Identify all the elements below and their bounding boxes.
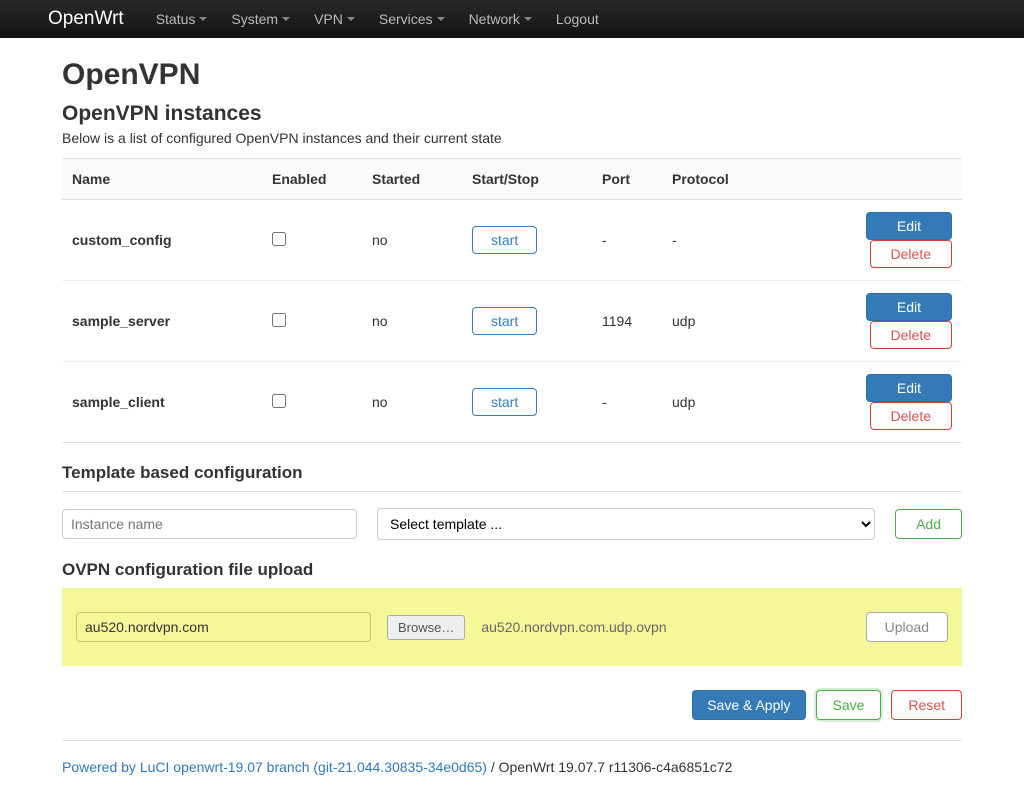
cell-name: sample_client — [62, 362, 262, 443]
nav-label: Status — [156, 11, 196, 27]
save-apply-button[interactable]: Save & Apply — [692, 690, 805, 720]
th-port: Port — [592, 159, 662, 200]
enabled-checkbox[interactable] — [272, 313, 286, 327]
nav-network[interactable]: Network — [457, 0, 544, 38]
browse-button[interactable]: Browse… — [387, 615, 465, 640]
save-button[interactable]: Save — [816, 690, 882, 720]
section-description: Below is a list of configured OpenVPN in… — [62, 130, 962, 146]
th-protocol: Protocol — [662, 159, 772, 200]
nav-system[interactable]: System — [219, 0, 302, 38]
chevron-down-icon — [199, 17, 207, 21]
table-row: sample_client no start - udp Edit Delete — [62, 362, 962, 443]
cell-protocol: - — [662, 200, 772, 281]
th-enabled: Enabled — [262, 159, 362, 200]
edit-button[interactable]: Edit — [866, 212, 952, 240]
cell-started: no — [362, 200, 462, 281]
reset-button[interactable]: Reset — [891, 690, 962, 720]
template-select[interactable]: Select template ... — [377, 508, 875, 540]
edit-button[interactable]: Edit — [866, 374, 952, 402]
cell-enabled — [262, 281, 362, 362]
cell-startstop: start — [462, 362, 592, 443]
cell-startstop: start — [462, 281, 592, 362]
edit-button[interactable]: Edit — [866, 293, 952, 321]
th-actions — [772, 159, 962, 200]
upload-box: Browse… au520.nordvpn.com.udp.ovpn Uploa… — [62, 588, 962, 666]
cell-protocol: udp — [662, 281, 772, 362]
cell-port: - — [592, 200, 662, 281]
cell-startstop: start — [462, 200, 592, 281]
cell-started: no — [362, 362, 462, 443]
table-header-row: Name Enabled Started Start/Stop Port Pro… — [62, 159, 962, 200]
cell-name: custom_config — [62, 200, 262, 281]
cell-enabled — [262, 362, 362, 443]
th-startstop: Start/Stop — [462, 159, 592, 200]
th-started: Started — [362, 159, 462, 200]
table-row: custom_config no start - - Edit Delete — [62, 200, 962, 281]
cell-started: no — [362, 281, 462, 362]
footer: Powered by LuCI openwrt-19.07 branch (gi… — [62, 741, 962, 775]
footer-tail: / OpenWrt 19.07.7 r11306-c4a6851c72 — [487, 759, 732, 775]
nav-label: Services — [379, 11, 433, 27]
section-title: OpenVPN instances — [62, 102, 962, 126]
cell-protocol: udp — [662, 362, 772, 443]
nav-label: VPN — [314, 11, 343, 27]
instance-name-input[interactable] — [62, 509, 357, 539]
delete-button[interactable]: Delete — [870, 402, 952, 430]
nav-logout[interactable]: Logout — [544, 0, 611, 38]
enabled-checkbox[interactable] — [272, 394, 286, 408]
cell-port: 1194 — [592, 281, 662, 362]
nav-label: Network — [469, 11, 520, 27]
page-title: OpenVPN — [62, 58, 962, 92]
nav-menu: Status System VPN Services Network Logou… — [144, 0, 611, 38]
template-row: Select template ... Add — [62, 491, 962, 540]
start-button[interactable]: start — [472, 388, 537, 416]
cell-port: - — [592, 362, 662, 443]
cell-actions: Edit Delete — [772, 362, 962, 443]
chevron-down-icon — [437, 17, 445, 21]
cell-enabled — [262, 200, 362, 281]
upload-section-title: OVPN configuration file upload — [62, 560, 962, 580]
enabled-checkbox[interactable] — [272, 232, 286, 246]
delete-button[interactable]: Delete — [870, 321, 952, 349]
nav-label: System — [231, 11, 278, 27]
upload-button[interactable]: Upload — [866, 612, 948, 642]
nav-label: Logout — [556, 11, 599, 27]
brand: OpenWrt — [48, 8, 124, 30]
nav-services[interactable]: Services — [367, 0, 457, 38]
instances-table: Name Enabled Started Start/Stop Port Pro… — [62, 158, 962, 443]
start-button[interactable]: start — [472, 226, 537, 254]
start-button[interactable]: start — [472, 307, 537, 335]
table-row: sample_server no start 1194 udp Edit Del… — [62, 281, 962, 362]
page-container: OpenVPN OpenVPN instances Below is a lis… — [42, 38, 982, 805]
add-button[interactable]: Add — [895, 509, 962, 539]
chevron-down-icon — [524, 17, 532, 21]
th-name: Name — [62, 159, 262, 200]
chevron-down-icon — [282, 17, 290, 21]
selected-filename: au520.nordvpn.com.udp.ovpn — [481, 619, 666, 635]
cell-actions: Edit Delete — [772, 281, 962, 362]
template-section-title: Template based configuration — [62, 463, 962, 483]
nav-status[interactable]: Status — [144, 0, 220, 38]
cell-actions: Edit Delete — [772, 200, 962, 281]
chevron-down-icon — [347, 17, 355, 21]
delete-button[interactable]: Delete — [870, 240, 952, 268]
top-navbar: OpenWrt Status System VPN Services Netwo… — [0, 0, 1024, 38]
page-actions: Save & Apply Save Reset — [62, 690, 962, 741]
nav-vpn[interactable]: VPN — [302, 0, 367, 38]
cell-name: sample_server — [62, 281, 262, 362]
footer-link[interactable]: Powered by LuCI openwrt-19.07 branch (gi… — [62, 759, 487, 775]
upload-name-input[interactable] — [76, 612, 371, 642]
